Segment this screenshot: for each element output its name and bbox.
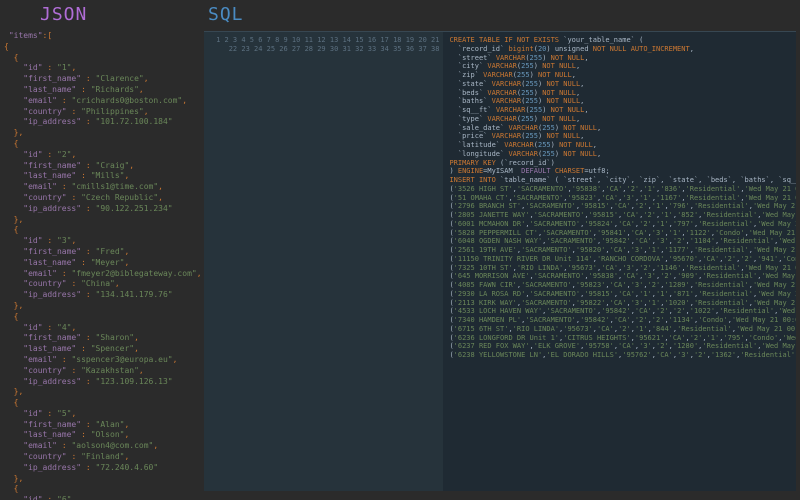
json-code-block[interactable]: "items":[ { { "id" : "1", "first_name" :… [4,31,196,500]
json-panel: JSON "items":[ { { "id" : "1", "first_na… [0,0,200,500]
sql-code-block[interactable]: CREATE TABLE IF NOT EXISTS `your_table_n… [443,32,796,491]
json-title: JSON [4,4,196,25]
sql-gutter: 1 2 3 4 5 6 7 8 9 10 11 12 13 14 15 16 1… [204,32,443,491]
sql-title: SQL [204,4,796,25]
sql-editor[interactable]: 1 2 3 4 5 6 7 8 9 10 11 12 13 14 15 16 1… [204,31,796,491]
sql-panel: SQL 1 2 3 4 5 6 7 8 9 10 11 12 13 14 15 … [200,0,800,500]
